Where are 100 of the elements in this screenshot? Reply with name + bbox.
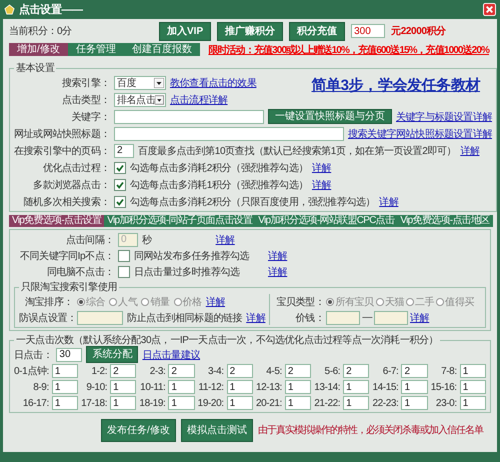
hour-label: 13-14: (314, 382, 340, 392)
field-label: 随机多次相关搜索： (22, 196, 110, 208)
header-button[interactable]: 加入VIP (159, 22, 212, 40)
radio-button[interactable] (406, 298, 414, 306)
hour-label: 8-9: (32, 382, 49, 392)
hour-field[interactable]: 1 (460, 380, 486, 394)
keyword-field[interactable] (114, 110, 264, 124)
price-field[interactable] (326, 310, 360, 324)
tutorial-link[interactable]: 简单3步，学会发任务教材 (311, 76, 480, 95)
hour-field[interactable]: 1 (52, 364, 78, 378)
hour-field[interactable]: 2 (168, 364, 195, 378)
header-button[interactable]: 推广赚积分 (217, 22, 284, 40)
auto-set-button[interactable]: 一键设置快照标题与分页 (268, 109, 392, 124)
url-field[interactable] (114, 126, 344, 140)
hour-field[interactable]: 1 (460, 364, 486, 378)
checkbox[interactable] (114, 178, 126, 190)
section-legend: 只限淘宝搜索引擎使用 (19, 280, 120, 294)
footer-button[interactable]: 模拟点击测试 (180, 418, 253, 442)
advice-link[interactable]: 日点击量建议 (142, 348, 200, 362)
checkbox-note: 勾选每点击多消耗2积分（只限百度使用，强烈推荐勾选） (130, 196, 376, 208)
help-link[interactable]: 教你查看点击的效果 (170, 76, 256, 90)
help-link[interactable]: 详解 (460, 144, 480, 158)
hour-label: 6-7: (382, 366, 398, 376)
hour-field[interactable]: 2 (343, 364, 370, 378)
help-link[interactable]: 详解 (379, 194, 398, 208)
radio-button[interactable] (141, 298, 150, 306)
radio-button[interactable] (376, 298, 384, 306)
price-field[interactable] (374, 310, 408, 324)
hour-field[interactable]: 1 (401, 380, 428, 394)
vip-tab[interactable]: Vip免费选项-点击设置 (9, 215, 104, 227)
hour-field[interactable]: 1 (168, 396, 195, 410)
tab[interactable]: 增加/修改 (9, 43, 68, 56)
help-link[interactable]: 点击流程详解 (170, 92, 228, 106)
hour-field[interactable]: 2 (110, 364, 136, 378)
radio-button[interactable] (109, 298, 118, 306)
checkbox[interactable] (118, 250, 130, 262)
vip-tab[interactable]: Vip加积分选项-同站子页面点击设置 (104, 215, 256, 227)
hour-label: 16-17: (22, 398, 49, 408)
help-link[interactable]: 详解 (410, 310, 430, 324)
hour-field[interactable]: 1 (284, 380, 312, 394)
promo-link[interactable]: 限时活动：充值300或以上赠送10%，充值600送15%，充值1000送20% (208, 42, 489, 56)
hour-label: 23-0: (434, 398, 457, 408)
dropdown[interactable]: 百度 (114, 76, 166, 90)
hour-field[interactable]: 1 (226, 396, 253, 410)
tab[interactable]: 任务管理 (68, 43, 124, 56)
radio-label: 价格 (182, 296, 202, 308)
hour-field[interactable]: 1 (52, 396, 78, 410)
help-link[interactable]: 详解 (206, 294, 226, 308)
hour-field[interactable]: 2 (401, 364, 428, 378)
vip-tab[interactable]: Vip免费选项-点击地区 (397, 215, 493, 227)
vip-tab[interactable]: Vip加积分选项-网站联盟CPC点击 (255, 215, 398, 227)
close-icon[interactable] (483, 3, 496, 16)
checkbox[interactable] (118, 266, 130, 278)
checkbox[interactable] (114, 162, 126, 174)
hour-field[interactable]: 1 (401, 396, 428, 410)
help-link[interactable]: 详解 (312, 178, 332, 192)
field-label: 多款浏览器点击： (32, 178, 110, 192)
footer-button[interactable]: 发布任务/修改 (101, 418, 176, 442)
field-label: 价钱： (294, 312, 324, 324)
hour-field[interactable]: 2 (284, 364, 312, 378)
help-link[interactable]: 详解 (312, 160, 332, 174)
hour-field[interactable]: 1 (226, 380, 253, 394)
daily-field[interactable]: 30 (56, 348, 82, 362)
hour-label: 18-19: (139, 398, 166, 408)
header-button[interactable]: 积分充值 (289, 22, 346, 40)
help-link[interactable]: 详解 (268, 248, 288, 262)
unit-label: 秒 (142, 234, 152, 246)
dropdown[interactable]: 排名点击 (114, 92, 166, 106)
amount-field[interactable]: 300 (351, 24, 386, 38)
radio-label: 二手 (415, 296, 434, 308)
radio-label: 天猫 (384, 296, 404, 308)
hour-field[interactable]: 2 (226, 364, 253, 378)
interval-field[interactable]: 0 (118, 232, 138, 246)
help-link[interactable]: 详解 (246, 310, 266, 324)
hour-field[interactable]: 1 (168, 380, 195, 394)
radio-button[interactable] (436, 298, 444, 306)
help-link[interactable]: 关键字与标题设置详解 (396, 110, 492, 124)
radio-button[interactable] (174, 298, 182, 306)
radio-button[interactable] (326, 298, 334, 306)
hour-field[interactable]: 1 (110, 380, 136, 394)
guard-field[interactable] (77, 310, 123, 324)
radio-button[interactable] (77, 298, 85, 306)
field-label: 淘宝排序： (24, 296, 73, 308)
help-link[interactable]: 详解 (216, 232, 235, 246)
hour-field[interactable]: 1 (110, 396, 136, 410)
warning-text: 由于真实模拟操作的特性，必须关闭杀毒或加入信任名单 (258, 424, 483, 437)
field-label: 点击间隔： (64, 234, 114, 246)
hour-field[interactable]: 1 (284, 396, 312, 410)
page-field[interactable]: 2 (114, 144, 134, 158)
hour-label: 14-15: (372, 382, 398, 392)
caret-icon (154, 78, 164, 88)
help-link[interactable]: 搜索关键字网站快照标题设置详解 (348, 126, 492, 140)
help-link[interactable]: 详解 (268, 264, 288, 278)
assign-button[interactable]: 系统分配 (86, 346, 138, 363)
hour-field[interactable]: 1 (460, 396, 486, 410)
checkbox[interactable] (114, 196, 126, 208)
hour-field[interactable]: 1 (52, 380, 78, 394)
hour-field[interactable]: 1 (343, 380, 370, 394)
hour-field[interactable]: 1 (343, 396, 370, 410)
tab[interactable]: 创建百度报数 (124, 43, 200, 56)
